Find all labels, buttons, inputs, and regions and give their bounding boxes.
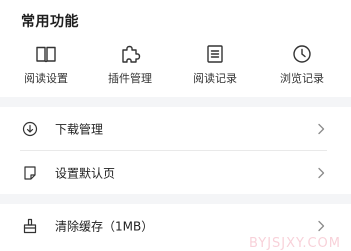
quick-actions-grid: 阅读设置 插件管理 阅读记录 浏览记录 — [0, 40, 351, 90]
quick-item-browsing-history[interactable]: 浏览记录 — [262, 40, 342, 90]
list-item-label: 下载管理 — [55, 122, 104, 136]
clock-icon — [291, 43, 313, 65]
document-icon — [204, 43, 226, 65]
settings-page: 常用功能 阅读设置 插件管理 阅读记录 浏览记录 下载管理 设置默认页 清除缓存… — [0, 0, 351, 251]
list-item-label: 设置默认页 — [55, 166, 116, 180]
chevron-right-icon — [317, 123, 325, 135]
chevron-right-icon — [317, 220, 325, 232]
list-item-set-default-page[interactable]: 设置默认页 — [0, 151, 351, 194]
quick-item-label: 阅读记录 — [193, 72, 237, 85]
book-icon — [35, 43, 57, 65]
section-title: 常用功能 — [21, 14, 79, 30]
quick-item-reading-settings[interactable]: 阅读设置 — [6, 40, 86, 90]
list-item-label: 清除缓存（1MB） — [55, 219, 154, 233]
section-separator — [0, 97, 351, 107]
list-item-download-management[interactable]: 下载管理 — [0, 107, 351, 150]
quick-item-label: 插件管理 — [108, 72, 152, 85]
quick-item-reading-history[interactable]: 阅读记录 — [175, 40, 255, 90]
puzzle-icon — [119, 43, 141, 65]
quick-item-label: 阅读设置 — [24, 72, 68, 85]
chevron-right-icon — [317, 167, 325, 179]
broom-icon — [22, 218, 38, 234]
section-separator — [0, 194, 351, 204]
download-icon — [22, 121, 38, 137]
watermark: BYJSJXY.COM — [249, 236, 341, 251]
page-icon — [22, 165, 38, 181]
quick-item-plugin-management[interactable]: 插件管理 — [90, 40, 170, 90]
quick-item-label: 浏览记录 — [280, 72, 324, 85]
